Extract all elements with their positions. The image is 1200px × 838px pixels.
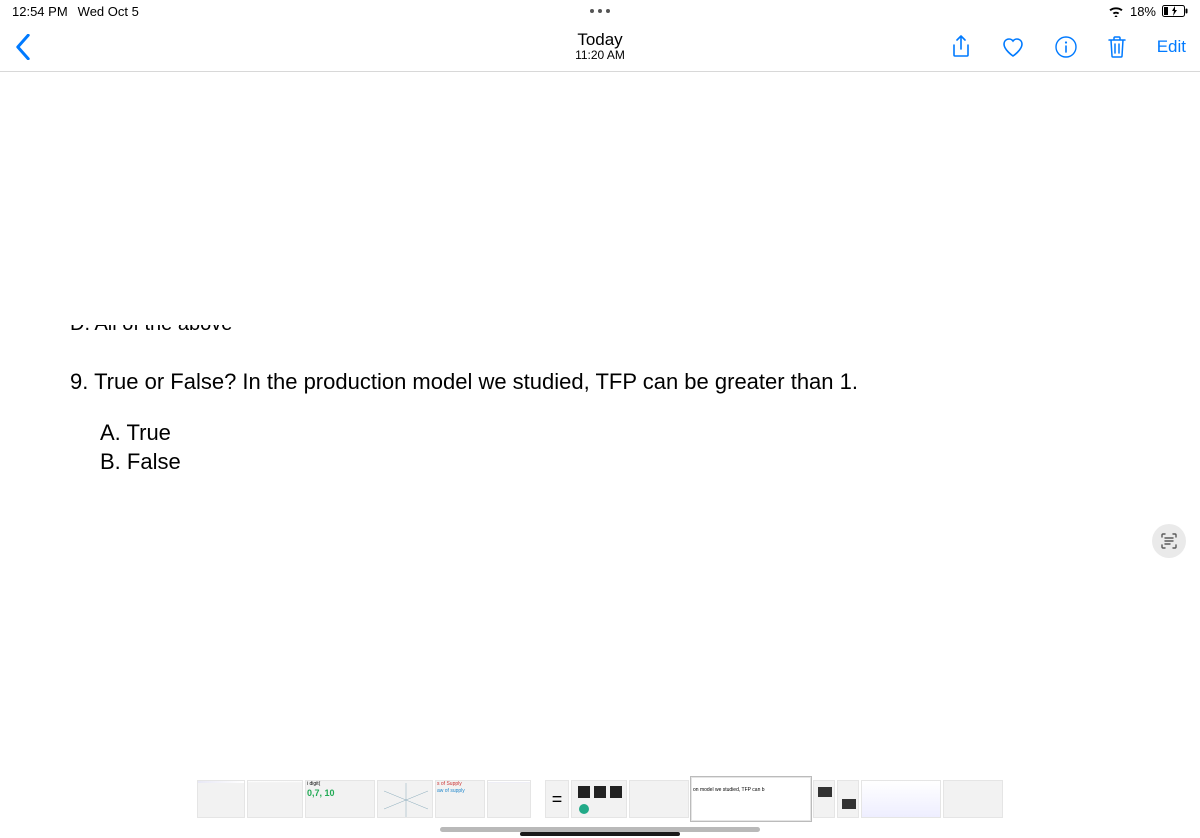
nav-title: Today	[575, 31, 625, 50]
thumbnail-selected[interactable]: on model we studied, TFP can b	[691, 777, 811, 821]
doc-prev-option: D. All of the above	[70, 320, 858, 343]
thumbnail[interactable]	[197, 780, 245, 818]
status-date: Wed Oct 5	[78, 4, 139, 19]
home-indicator[interactable]	[520, 832, 680, 836]
status-time: 12:54 PM	[12, 4, 68, 19]
edit-button[interactable]: Edit	[1157, 37, 1186, 57]
nav-bar: Today 11:20 AM Edit	[0, 22, 1200, 72]
battery-percent: 18%	[1130, 4, 1156, 19]
battery-charging-icon	[1162, 5, 1188, 17]
nav-title-group: Today 11:20 AM	[575, 31, 625, 63]
favorite-button[interactable]	[1001, 36, 1025, 58]
back-button[interactable]	[14, 34, 32, 60]
thumbnail[interactable]: =	[545, 780, 569, 818]
thumbnail[interactable]: s of Supply aw of supply	[435, 780, 485, 818]
info-button[interactable]	[1055, 36, 1077, 58]
thumbnail[interactable]	[861, 780, 941, 818]
thumbnail[interactable]	[837, 780, 859, 818]
wifi-icon	[1108, 5, 1124, 17]
thumbnail[interactable]	[943, 780, 1003, 818]
thumbnail[interactable]	[813, 780, 835, 818]
doc-option-a: A. True	[100, 419, 858, 448]
thumbnail[interactable]	[629, 780, 689, 818]
thumbnail-strip[interactable]: i digit( 0,7, 10 s of Supply aw of suppl…	[0, 774, 1200, 824]
thumbnail[interactable]	[247, 780, 303, 818]
share-button[interactable]	[951, 35, 971, 59]
photo-viewer[interactable]: D. All of the above 9. True or False? In…	[0, 72, 1200, 778]
doc-question: 9. True or False? In the production mode…	[70, 369, 858, 395]
nav-subtitle: 11:20 AM	[575, 49, 625, 62]
thumbnail[interactable]	[487, 780, 531, 818]
doc-option-b: B. False	[100, 448, 858, 477]
thumbnail[interactable]	[571, 780, 627, 818]
live-text-button[interactable]	[1152, 524, 1186, 558]
delete-button[interactable]	[1107, 35, 1127, 59]
multitask-dots[interactable]	[590, 9, 610, 13]
thumbnail[interactable]	[377, 780, 433, 818]
thumbnail[interactable]: i digit( 0,7, 10	[305, 780, 375, 818]
status-bar: 12:54 PM Wed Oct 5 18%	[0, 0, 1200, 22]
